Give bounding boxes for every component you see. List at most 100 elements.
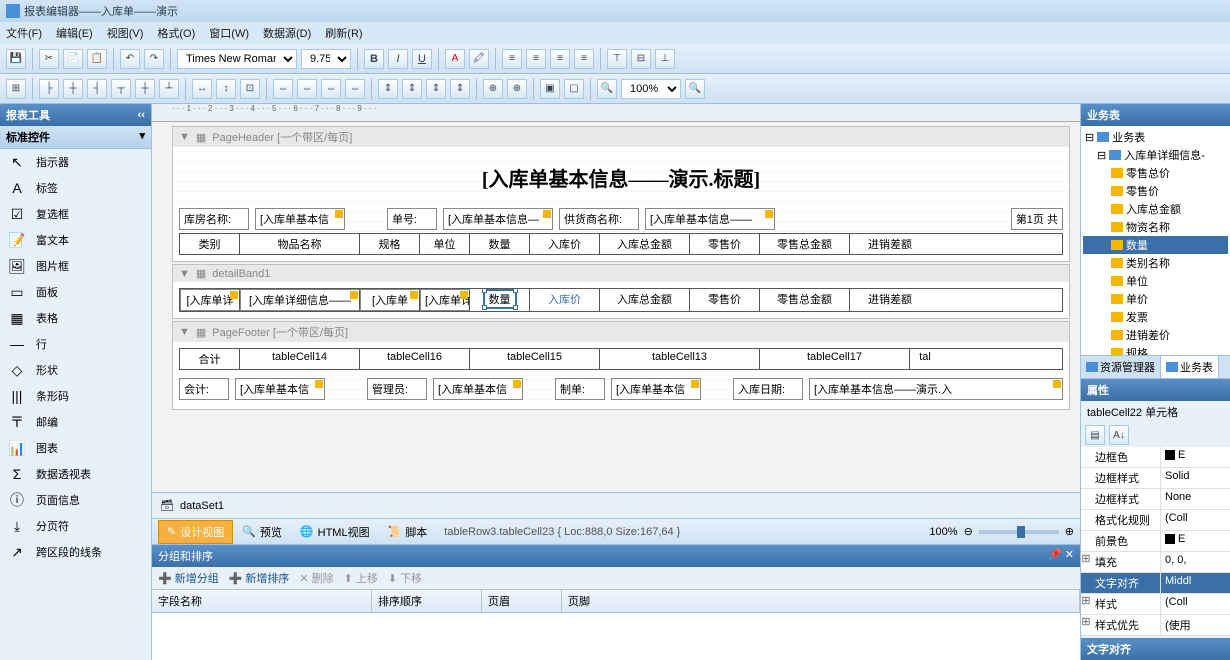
tree-leaf[interactable]: 进销差价 xyxy=(1083,326,1228,344)
valign-bottom-button[interactable]: ⊥ xyxy=(655,49,675,69)
report-title[interactable]: [入库单基本信息——演示.标题] xyxy=(179,153,1063,208)
forecolor-button[interactable]: A xyxy=(445,49,465,69)
prop-row[interactable]: ⊞样式优先(使用 xyxy=(1081,615,1230,636)
hspace-rem-button[interactable]: ⇔ xyxy=(345,79,365,99)
detail-band[interactable]: ▼▦detailBand1 xyxy=(173,265,1069,282)
align-l-button[interactable]: ├ xyxy=(39,79,59,99)
font-select[interactable]: Times New Roman xyxy=(177,49,297,69)
zoom-in-button[interactable]: 🔍 xyxy=(685,79,705,99)
selected-cell[interactable]: 数量 xyxy=(470,289,530,311)
zoom-plus[interactable]: ⊕ xyxy=(1065,525,1074,538)
pagefooter-band[interactable]: ▼▦PageFooter [一个带区/每页] xyxy=(173,322,1069,342)
vspace-inc-button[interactable]: ⇕ xyxy=(402,79,422,99)
tab-business[interactable]: 业务表 xyxy=(1161,356,1219,378)
lbl-warehouse[interactable]: 库房名称: xyxy=(179,208,249,230)
lbl-manager[interactable]: 管理员: xyxy=(367,378,427,400)
valign-middle-button[interactable]: ⊟ xyxy=(631,49,651,69)
tree-leaf[interactable]: 发票 xyxy=(1083,308,1228,326)
add-group-button[interactable]: ➕新增分组 xyxy=(158,570,219,586)
fld-warehouse[interactable]: [入库单基本信 xyxy=(255,208,345,230)
tool-0[interactable]: ↖指示器 xyxy=(0,149,151,175)
delete-button[interactable]: ✕删除 xyxy=(299,570,333,586)
prop-row[interactable]: 边框色 E xyxy=(1081,447,1230,468)
prop-row[interactable]: 文字对齐Middl xyxy=(1081,573,1230,594)
tree-leaf[interactable]: 物资名称 xyxy=(1083,218,1228,236)
tool-7[interactable]: —行 xyxy=(0,331,151,357)
tree-leaf[interactable]: 数量 xyxy=(1083,236,1228,254)
same-width-button[interactable]: ↔ xyxy=(192,79,212,99)
toolbox-section[interactable]: 标准控件▾ xyxy=(0,126,151,149)
undo-button[interactable]: ↶ xyxy=(120,49,140,69)
tool-3[interactable]: 📝富文本 xyxy=(0,227,151,253)
same-size-button[interactable]: ⊡ xyxy=(240,79,260,99)
tool-4[interactable]: 🖼图片框 xyxy=(0,253,151,279)
tool-9[interactable]: |||条形码 xyxy=(0,383,151,409)
tree-leaf[interactable]: 零售总价 xyxy=(1083,164,1228,182)
redo-button[interactable]: ↷ xyxy=(144,49,164,69)
sum-table[interactable]: 合计 tableCell14 tableCell16 tableCell15 t… xyxy=(179,348,1063,370)
prop-row[interactable]: 边框样式None xyxy=(1081,489,1230,510)
prop-row[interactable]: 边框样式Solid xyxy=(1081,468,1230,489)
valign-top-button[interactable]: ⊤ xyxy=(607,49,627,69)
pin-icon[interactable]: 📌 ✕ xyxy=(1048,548,1074,564)
tool-10[interactable]: 〒邮编 xyxy=(0,409,151,435)
menu-format[interactable]: 格式(O) xyxy=(157,25,195,41)
lbl-maker[interactable]: 制单: xyxy=(555,378,605,400)
hspace-button[interactable]: ⇔ xyxy=(273,79,293,99)
tab-script[interactable]: 📜脚本 xyxy=(379,520,437,544)
menu-edit[interactable]: 编辑(E) xyxy=(56,25,93,41)
vspace-dec-button[interactable]: ⇕ xyxy=(426,79,446,99)
align-b-button[interactable]: ┴ xyxy=(159,79,179,99)
prop-row[interactable]: ⊞样式(Coll xyxy=(1081,594,1230,615)
backcolor-button[interactable]: 🖍 xyxy=(469,49,489,69)
tool-14[interactable]: ⤓分页符 xyxy=(0,513,151,539)
tree-leaf[interactable]: 类别名称 xyxy=(1083,254,1228,272)
tool-8[interactable]: ◇形状 xyxy=(0,357,151,383)
grid-button[interactable]: ⊞ xyxy=(6,79,26,99)
lbl-accountant[interactable]: 会计: xyxy=(179,378,229,400)
zoom-slider[interactable] xyxy=(979,530,1059,534)
zoom-minus[interactable]: ⊖ xyxy=(964,525,973,538)
movedown-button[interactable]: ⬇下移 xyxy=(388,570,422,586)
center-v-button[interactable]: ⊕ xyxy=(507,79,527,99)
design-area[interactable]: · · · 1 · · · 2 · · · 3 · · · 4 · · · 5 … xyxy=(152,104,1080,492)
prop-row[interactable]: 格式化规则(Coll xyxy=(1081,510,1230,531)
moveup-button[interactable]: ⬆上移 xyxy=(344,570,378,586)
menu-datasource[interactable]: 数据源(D) xyxy=(263,25,311,41)
menu-file[interactable]: 文件(F) xyxy=(6,25,42,41)
same-height-button[interactable]: ↕ xyxy=(216,79,236,99)
header-table[interactable]: 类别 物品名称 规格 单位 数量 入库价 入库总金额 零售价 零售总金额 进销差… xyxy=(179,233,1063,255)
group-table-body[interactable] xyxy=(152,613,1080,660)
menu-window[interactable]: 窗口(W) xyxy=(209,25,249,41)
tool-2[interactable]: ☑复选框 xyxy=(0,201,151,227)
paste-button[interactable]: 📋 xyxy=(87,49,107,69)
vspace-rem-button[interactable]: ⇕ xyxy=(450,79,470,99)
props-cat-button[interactable]: ▤ xyxy=(1085,425,1105,445)
props-az-button[interactable]: A↓ xyxy=(1109,425,1129,445)
tool-11[interactable]: 📊图表 xyxy=(0,435,151,461)
fontsize-select[interactable]: 9.75 xyxy=(301,49,351,69)
zoom-select[interactable]: 100% xyxy=(621,79,681,99)
pageheader-band[interactable]: ▼▦PageHeader [一个带区/每页] xyxy=(173,127,1069,147)
tree-leaf[interactable]: 规格 xyxy=(1083,344,1228,355)
italic-button[interactable]: I xyxy=(388,49,408,69)
tab-design[interactable]: ✎设计视图 xyxy=(158,520,233,544)
vspace-button[interactable]: ⇕ xyxy=(378,79,398,99)
menu-view[interactable]: 视图(V) xyxy=(107,25,144,41)
align-m-button[interactable]: ┼ xyxy=(135,79,155,99)
collapse-icon[interactable]: ‹‹ xyxy=(138,109,145,121)
property-grid[interactable]: 边框色 E边框样式Solid边框样式None格式化规则(Coll前景色 E⊞填充… xyxy=(1081,447,1230,636)
zoom-out-button[interactable]: 🔍 xyxy=(597,79,617,99)
send-back-button[interactable]: ▢ xyxy=(564,79,584,99)
lbl-page[interactable]: 第1页 共 xyxy=(1011,208,1063,230)
tree-leaf[interactable]: 单位 xyxy=(1083,272,1228,290)
lbl-date[interactable]: 入库日期: xyxy=(733,378,803,400)
add-sort-button[interactable]: ➕新增排序 xyxy=(229,570,290,586)
align-c-button[interactable]: ┼ xyxy=(63,79,83,99)
lbl-no[interactable]: 单号: xyxy=(387,208,437,230)
align-right-button[interactable]: ≡ xyxy=(550,49,570,69)
align-center-button[interactable]: ≡ xyxy=(526,49,546,69)
center-h-button[interactable]: ⊕ xyxy=(483,79,503,99)
bold-button[interactable]: B xyxy=(364,49,384,69)
tool-1[interactable]: A标签 xyxy=(0,175,151,201)
